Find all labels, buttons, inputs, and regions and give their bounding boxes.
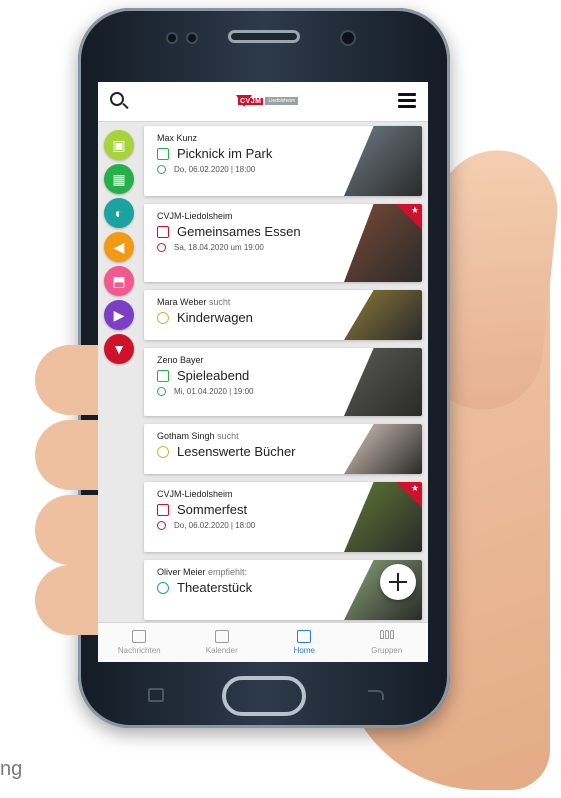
feed-card[interactable]: Max Kunz Picknick im Park Do, 06.02.2020 |… <box>144 126 422 196</box>
list-icon <box>297 630 312 643</box>
card-author: Zeno Bayer <box>157 355 344 365</box>
feed-card[interactable]: Mara Weber sucht Kinderwagen <box>144 290 422 340</box>
back-key[interactable] <box>368 690 384 700</box>
author-name: Zeno Bayer <box>157 355 204 365</box>
add-button[interactable] <box>380 564 416 600</box>
author-name: Oliver Meier <box>157 567 206 577</box>
category-cvjm-button[interactable]: ▼ <box>104 334 134 364</box>
feed-card[interactable]: Zeno Bayer Spieleabend Mi, 01.04.2020 | 19… <box>144 348 422 416</box>
shirt-icon: ⬒ <box>112 272 126 289</box>
category-calendar-button[interactable]: ▦ <box>104 164 134 194</box>
calendar-icon <box>157 147 169 160</box>
category-lightbulb-button[interactable]: ◐ <box>104 198 134 228</box>
app-screen: CVJM Liedolsheim ▣ ▦ ◐ ◀ ⬒ ▶ ▼ Max Kunz Picknic… <box>98 82 428 662</box>
tab-label: Home <box>293 646 315 655</box>
cvjm-icon: ▼ <box>112 341 126 357</box>
author-action: sucht <box>208 297 231 307</box>
author-name: Max Kunz <box>157 133 198 143</box>
calendar-icon <box>157 503 169 516</box>
clock-icon <box>157 165 166 174</box>
calendar-icon <box>157 225 169 238</box>
card-title: Gemeinsames Essen <box>177 224 301 239</box>
card-title: Sommerfest <box>177 502 248 517</box>
card-title: Picknick im Park <box>177 146 273 161</box>
feed-card[interactable]: Oliver Meier empfiehlt: Theaterstück <box>144 560 422 620</box>
front-camera <box>340 30 356 46</box>
earpiece-speaker <box>228 30 300 43</box>
card-author: Oliver Meier empfiehlt: <box>157 567 344 577</box>
tab-home[interactable]: Home <box>263 623 346 662</box>
star-icon: ★ <box>410 483 419 493</box>
hamburger-menu-icon[interactable] <box>398 93 416 108</box>
group-icon <box>379 630 394 643</box>
card-title: Lesenswerte Bücher <box>177 444 296 459</box>
card-date: Mi, 01.04.2020 | 19:00 <box>174 387 254 396</box>
tab-gruppen[interactable]: Gruppen <box>346 623 429 662</box>
logo-text: CVJM <box>238 97 264 105</box>
tab-nachrichten[interactable]: Nachrichten <box>98 623 181 662</box>
clock-icon <box>157 387 166 396</box>
card-photo <box>344 424 422 474</box>
feed-card[interactable]: ★ CVJM-Liedolsheim Gemeinsames Essen Sa, 18… <box>144 204 422 282</box>
clock-icon <box>157 521 166 530</box>
logo-subtext: Liedolsheim <box>265 97 299 105</box>
category-play-button[interactable]: ▶ <box>104 300 134 330</box>
feed-list: Max Kunz Picknick im Park Do, 06.02.2020 |… <box>144 126 422 628</box>
category-filter-column: ▣ ▦ ◐ ◀ ⬒ ▶ ▼ <box>104 130 138 368</box>
card-date: Sa, 18.04.2020 um 19:00 <box>174 243 264 252</box>
sensor-dot <box>166 32 178 44</box>
card-photo <box>344 290 422 340</box>
tab-kalender[interactable]: Kalender <box>181 623 264 662</box>
card-author: Mara Weber sucht <box>157 297 344 307</box>
star-icon: ★ <box>410 205 419 215</box>
calendar-icon <box>157 369 169 382</box>
sensor-dot <box>186 32 198 44</box>
search-icon[interactable] <box>110 92 124 106</box>
card-title: Theaterstück <box>177 580 253 595</box>
top-app-bar: CVJM Liedolsheim <box>98 82 428 122</box>
card-title: Spieleabend <box>177 368 250 383</box>
magnifier-icon <box>157 311 169 324</box>
card-photo <box>344 126 422 196</box>
feed-card[interactable]: Gotham Singh sucht Lesenswerte Bücher <box>144 424 422 474</box>
category-megaphone-button[interactable]: ◀ <box>104 232 134 262</box>
gift-icon: ▣ <box>112 136 126 153</box>
feed-card[interactable]: ★ CVJM-Liedolsheim Sommerfest Do, 06.02.202… <box>144 482 422 552</box>
clock-icon <box>157 243 166 252</box>
calendar-icon <box>214 630 229 643</box>
card-author: Max Kunz <box>157 133 344 143</box>
tab-label: Kalender <box>205 646 238 655</box>
author-name: Gotham Singh <box>157 431 215 441</box>
card-author: CVJM-Liedolsheim <box>157 489 344 499</box>
cvjm-logo: CVJM Liedolsheim <box>236 94 299 108</box>
magnifier-icon <box>157 445 169 458</box>
category-gift-button[interactable]: ▣ <box>104 130 134 160</box>
bottom-navigation: Nachrichten Kalender Home Gruppen <box>98 622 428 662</box>
card-author: CVJM-Liedolsheim <box>157 211 344 221</box>
card-title: Kinderwagen <box>177 310 253 325</box>
card-photo <box>344 348 422 416</box>
card-author: Gotham Singh sucht <box>157 431 344 441</box>
author-action: sucht <box>217 431 239 441</box>
lightbulb-icon: ◐ <box>114 205 124 221</box>
megaphone-icon: ◀ <box>113 238 125 255</box>
recent-apps-key[interactable] <box>148 688 164 702</box>
author-name: CVJM-Liedolsheim <box>157 489 233 499</box>
card-date: Do, 06.02.2020 | 18:00 <box>174 165 256 174</box>
lightbulb-icon <box>157 581 169 594</box>
tab-label: Nachrichten <box>117 646 161 655</box>
play-icon: ▶ <box>113 306 125 323</box>
card-date: Do, 06.02.2020 | 18:00 <box>174 521 256 530</box>
category-shirt-button[interactable]: ⬒ <box>104 266 134 296</box>
author-action: empfiehlt: <box>208 567 248 577</box>
envelope-icon <box>132 630 147 643</box>
author-name: CVJM-Liedolsheim <box>157 211 233 221</box>
author-name: Mara Weber <box>157 297 207 307</box>
home-hardware-button[interactable] <box>222 676 306 716</box>
calendar-icon: ▦ <box>112 170 126 187</box>
caption-fragment: ng <box>0 758 23 780</box>
tab-label: Gruppen <box>371 646 403 655</box>
